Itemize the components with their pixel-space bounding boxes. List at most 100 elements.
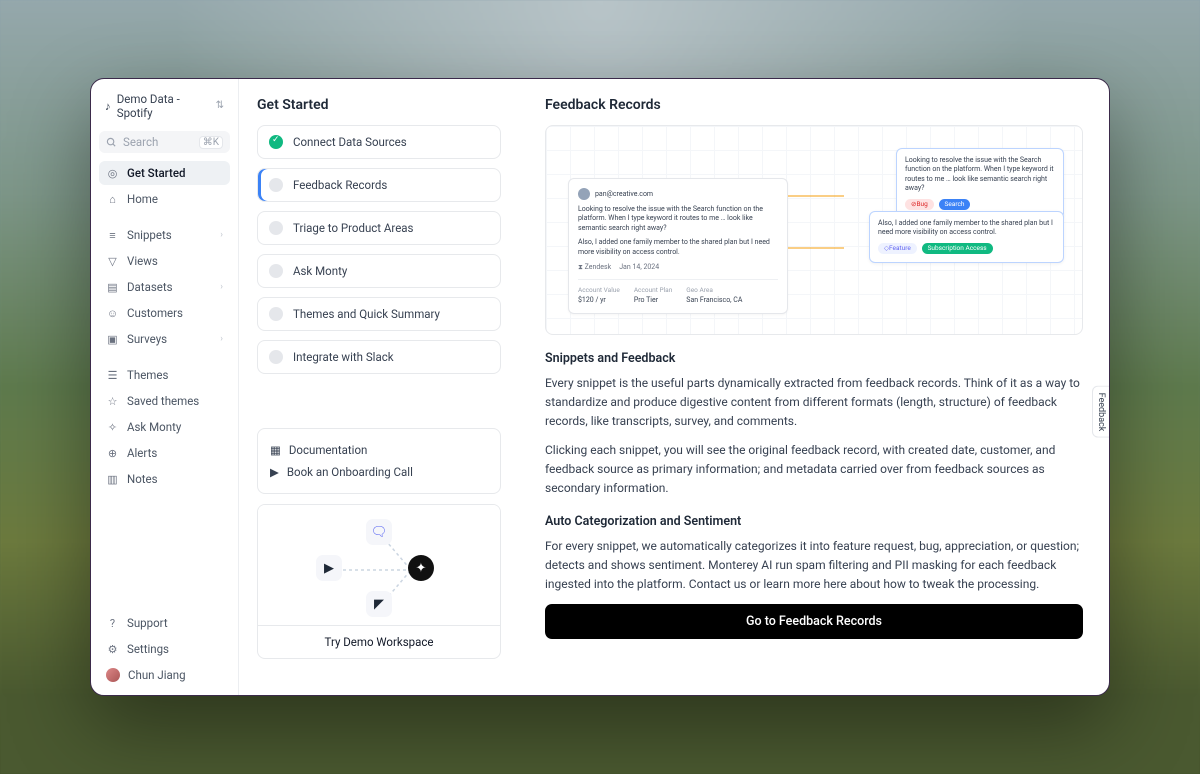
doc-icon: ▦: [270, 443, 281, 457]
badge-feature: ◇ Feature: [878, 243, 917, 254]
nav-label: Home: [127, 192, 158, 206]
step-triage[interactable]: Triage to Product Areas: [257, 211, 501, 245]
record-email: pan@creative.com: [595, 190, 653, 198]
content-body: Snippets and Feedback Every snippet is t…: [545, 335, 1083, 681]
nav-datasets[interactable]: ▤ Datasets ›: [99, 275, 230, 299]
detail-column: Feedback Records pan@creative.com Lookin…: [519, 79, 1109, 695]
clipboard-icon: ▣: [106, 333, 119, 346]
nav-support[interactable]: ? Support: [99, 611, 230, 635]
nav-label: Datasets: [127, 280, 173, 294]
step-label: Connect Data Sources: [293, 135, 407, 149]
feedback-tab-button[interactable]: Feedback: [1092, 385, 1109, 438]
search-icon: [106, 137, 117, 148]
step-label: Ask Monty: [293, 264, 347, 278]
nav-notes[interactable]: ▥ Notes: [99, 467, 230, 491]
home-icon: ⌂: [106, 193, 119, 206]
nav-label: Ask Monty: [127, 420, 181, 434]
nav-label: Notes: [127, 472, 158, 486]
feedback-illustration: pan@creative.com Looking to resolve the …: [545, 125, 1083, 335]
user-icon: ☺: [106, 307, 119, 320]
nav-themes[interactable]: ☰ Themes: [99, 363, 230, 387]
integrations-canvas: 🗨 ▶ ✦ ◤: [258, 505, 500, 625]
help-icon: ?: [106, 617, 119, 630]
step-dot-icon: [269, 307, 283, 321]
paragraph: Clicking each snippet, you will see the …: [545, 441, 1083, 498]
app-window: ♪ Demo Data - Spotify ⇅ Search ⌘K ◎ Get …: [90, 78, 1110, 696]
section-heading-auto: Auto Categorization and Sentiment: [545, 514, 1083, 529]
try-demo-workspace-button[interactable]: Try Demo Workspace: [258, 625, 500, 658]
nav-label: Support: [127, 616, 168, 630]
check-icon: [269, 135, 283, 149]
discord-icon: 🗨: [366, 519, 392, 545]
avatar: [106, 668, 120, 682]
step-dot-icon: [269, 221, 283, 235]
link-label: Book an Onboarding Call: [287, 465, 413, 479]
search-shortcut: ⌘K: [199, 136, 223, 149]
record-source: Zendesk: [585, 263, 612, 271]
chevron-updown-icon: ⇅: [216, 101, 224, 111]
nav-label: Alerts: [127, 446, 157, 460]
nav-alerts[interactable]: ⊕ Alerts: [99, 441, 230, 465]
connector-lines: [786, 190, 846, 280]
record-date: Jan 14, 2024: [619, 263, 659, 272]
workspace-name: Demo Data - Spotify: [117, 92, 210, 120]
nav-settings[interactable]: ⚙ Settings: [99, 637, 230, 661]
step-themes[interactable]: Themes and Quick Summary: [257, 297, 501, 331]
nav-primary: ◎ Get Started ⌂ Home ≡ Snippets › ▽ View…: [99, 161, 230, 491]
music-note-icon: ♪: [105, 99, 111, 113]
badge-subscription: Subscription Access: [922, 243, 993, 254]
step-slack[interactable]: Integrate with Slack: [257, 340, 501, 374]
user-name: Chun Jiang: [128, 668, 186, 682]
onboarding-link[interactable]: ▶ Book an Onboarding Call: [268, 461, 490, 483]
nav-customers[interactable]: ☺ Customers: [99, 301, 230, 325]
link-label: Documentation: [289, 443, 367, 457]
meta-label: Account Value: [578, 286, 620, 294]
monterey-icon: ✦: [408, 555, 434, 581]
nav-home[interactable]: ⌂ Home: [99, 187, 230, 211]
detail-title: Feedback Records: [545, 97, 1083, 113]
step-dot-icon: [269, 178, 283, 192]
chevron-right-icon: ›: [220, 282, 223, 292]
nav-label: Customers: [127, 306, 183, 320]
meta-label: Account Plan: [634, 286, 672, 294]
nav-snippets[interactable]: ≡ Snippets ›: [99, 223, 230, 247]
sidebar-footer: ? Support ⚙ Settings Chun Jiang: [99, 611, 230, 687]
meta-value: San Francisco, CA: [686, 296, 742, 304]
nav-views[interactable]: ▽ Views: [99, 249, 230, 273]
nav-ask-monty[interactable]: ✧ Ask Monty: [99, 415, 230, 439]
step-connect-data[interactable]: Connect Data Sources: [257, 125, 501, 159]
paragraph: For every snippet, we automatically cate…: [545, 537, 1083, 594]
gear-icon: ⚙: [106, 643, 119, 656]
step-feedback-records[interactable]: Feedback Records: [257, 168, 501, 202]
snippet-text: Also, I added one family member to the s…: [878, 219, 1055, 238]
snippet-card: Also, I added one family member to the s…: [869, 211, 1064, 263]
nav-saved-themes[interactable]: ☆ Saved themes: [99, 389, 230, 413]
search-placeholder: Search: [123, 135, 158, 149]
search-input[interactable]: Search ⌘K: [99, 131, 230, 153]
step-dot-icon: [269, 264, 283, 278]
chevron-right-icon: ›: [220, 334, 223, 344]
zendesk-icon: ◤: [366, 591, 392, 617]
steps-title: Get Started: [257, 97, 501, 113]
integrations-card: 🗨 ▶ ✦ ◤ Try Demo Workspace: [257, 504, 501, 659]
paragraph: Every snippet is the useful parts dynami…: [545, 374, 1083, 431]
nav-surveys[interactable]: ▣ Surveys ›: [99, 327, 230, 351]
nav-label: Themes: [127, 368, 168, 382]
step-label: Feedback Records: [293, 178, 387, 192]
meta-label: Geo Area: [686, 286, 742, 294]
documentation-link[interactable]: ▦ Documentation: [268, 439, 490, 461]
steps-column: Get Started Connect Data Sources Feedbac…: [239, 79, 519, 695]
go-to-feedback-records-button[interactable]: Go to Feedback Records: [545, 604, 1083, 639]
video-icon: ▶: [270, 465, 279, 479]
nav-get-started[interactable]: ◎ Get Started: [99, 161, 230, 185]
bell-icon: ⊕: [106, 447, 119, 460]
nav-label: Get Started: [127, 166, 186, 180]
step-dot-icon: [269, 350, 283, 364]
target-icon: ◎: [106, 167, 119, 180]
nav-label: Snippets: [127, 228, 172, 242]
workspace-selector[interactable]: ♪ Demo Data - Spotify ⇅: [99, 87, 230, 125]
nav-user[interactable]: Chun Jiang: [99, 663, 230, 687]
step-ask-monty[interactable]: Ask Monty: [257, 254, 501, 288]
snippets-icon: ≡: [106, 229, 119, 242]
nav-label: Views: [127, 254, 158, 268]
